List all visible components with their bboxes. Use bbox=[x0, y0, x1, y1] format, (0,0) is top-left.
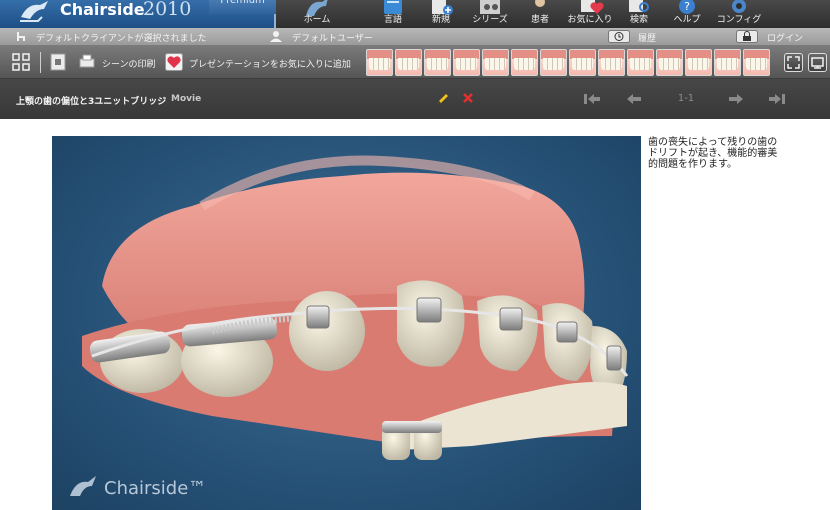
nav-series-button[interactable]: シリーズ bbox=[463, 0, 517, 28]
presentation-button[interactable] bbox=[808, 53, 827, 72]
top-nav: Chairside 2010 Premium ホーム 言語 新規 シリーズ 患者… bbox=[0, 0, 830, 28]
nav-new-button[interactable]: 新規 bbox=[414, 0, 468, 28]
scene-title: 上顎の歯の偏位と3ユニットブリッジ bbox=[16, 97, 167, 107]
scene-thumbnail[interactable] bbox=[424, 49, 451, 76]
media-type-label: Movie bbox=[171, 94, 202, 104]
clock-icon[interactable] bbox=[608, 30, 630, 43]
nav-help-button[interactable]: ? ヘルプ bbox=[660, 0, 714, 28]
user-icon bbox=[270, 31, 282, 42]
last-page-icon[interactable] bbox=[768, 92, 786, 106]
screen-icon bbox=[811, 57, 824, 69]
fullscreen-button[interactable] bbox=[784, 53, 803, 72]
app-window: Chairside 2010 Premium ホーム 言語 新規 シリーズ 患者… bbox=[0, 0, 830, 510]
nav-language-label: 言語 bbox=[383, 15, 402, 25]
nav-patient-label: 患者 bbox=[530, 15, 549, 25]
delete-x-icon[interactable] bbox=[462, 92, 474, 104]
status-bar: デフォルトクライアントが選択されました デフォルトユーザー 履歴 ログイン bbox=[0, 28, 830, 46]
chair-icon bbox=[17, 32, 25, 41]
scene-thumbnail[interactable] bbox=[714, 49, 741, 76]
client-status: デフォルトクライアントが選択されました bbox=[36, 34, 207, 44]
nav-search-label: 検索 bbox=[629, 15, 648, 25]
history-link[interactable]: 履歴 bbox=[638, 31, 656, 44]
grid-view-icon[interactable] bbox=[12, 53, 30, 71]
lock-icon[interactable] bbox=[736, 30, 758, 43]
add-to-favorites-button[interactable]: プレゼンテーションをお気に入りに追加 bbox=[189, 57, 351, 70]
chairside-logo-icon bbox=[20, 1, 48, 22]
scene-thumbnail[interactable] bbox=[540, 49, 567, 76]
print-icon[interactable] bbox=[78, 53, 96, 71]
login-link[interactable]: ログイン bbox=[767, 31, 803, 44]
nav-home-button[interactable]: ホーム bbox=[290, 0, 344, 28]
scene-thumbnails bbox=[366, 49, 770, 76]
scene-thumbnail[interactable] bbox=[482, 49, 509, 76]
edition-badge: Premium bbox=[209, 0, 276, 14]
scene-title-bar: 上顎の歯の偏位と3ユニットブリッジ Movie 1-1 bbox=[0, 79, 830, 119]
scene-thumbnail[interactable] bbox=[511, 49, 538, 76]
app-year: 2010 bbox=[143, 0, 192, 20]
scene-thumbnail[interactable] bbox=[395, 49, 422, 76]
first-page-icon[interactable] bbox=[583, 92, 601, 106]
nav-series-label: シリーズ bbox=[472, 15, 508, 25]
nav-config-button[interactable]: コンフィグ bbox=[712, 0, 766, 28]
print-scene-button[interactable]: シーンの印刷 bbox=[102, 57, 156, 70]
edit-pencil-icon[interactable] bbox=[436, 92, 450, 106]
brand: Chairside 2010 Premium bbox=[0, 0, 276, 28]
scene-toolbar: シーンの印刷 プレゼンテーションをお気に入りに追加 bbox=[0, 46, 830, 79]
scene-thumbnail[interactable] bbox=[743, 49, 770, 76]
nav-search-button[interactable]: 検索 bbox=[612, 0, 666, 28]
app-name: Chairside bbox=[60, 0, 145, 19]
page-indicator: 1-1 bbox=[677, 93, 695, 104]
nav-favorites-button[interactable]: お気に入り bbox=[563, 0, 617, 28]
nav-new-label: 新規 bbox=[431, 15, 450, 25]
scene-thumbnail[interactable] bbox=[569, 49, 596, 76]
scene-description: 歯の喪失によって残りの歯のドリフトが起き、機能的審美的問題を作ります。 bbox=[648, 137, 778, 170]
user-name[interactable]: デフォルトユーザー bbox=[292, 31, 373, 44]
scene-thumbnail[interactable] bbox=[598, 49, 625, 76]
nav-language-button[interactable]: 言語 bbox=[366, 0, 420, 28]
scene-info-icon[interactable] bbox=[49, 53, 67, 71]
nav-help-label: ヘルプ bbox=[673, 15, 701, 25]
scene-thumbnail[interactable] bbox=[656, 49, 683, 76]
scene-thumbnail[interactable] bbox=[685, 49, 712, 76]
prev-page-icon[interactable] bbox=[626, 92, 642, 106]
nav-config-label: コンフィグ bbox=[716, 15, 762, 25]
scene-thumbnail[interactable] bbox=[453, 49, 480, 76]
scene-thumbnail[interactable] bbox=[627, 49, 654, 76]
heart-icon[interactable] bbox=[165, 53, 183, 71]
expand-icon bbox=[787, 56, 800, 69]
nav-favorites-label: お気に入り bbox=[567, 15, 613, 25]
chairside-watermark-logo: Chairside™ bbox=[70, 476, 206, 499]
nav-home-label: ホーム bbox=[303, 15, 331, 25]
nav-patient-button[interactable]: 患者 bbox=[513, 0, 567, 28]
movie-viewport[interactable] bbox=[52, 136, 641, 510]
next-page-icon[interactable] bbox=[728, 92, 744, 106]
svg-text:Chairside™: Chairside™ bbox=[104, 478, 206, 499]
divider bbox=[40, 52, 41, 73]
dental-arch-illustration bbox=[82, 155, 629, 460]
scene-thumbnail[interactable] bbox=[366, 49, 393, 76]
